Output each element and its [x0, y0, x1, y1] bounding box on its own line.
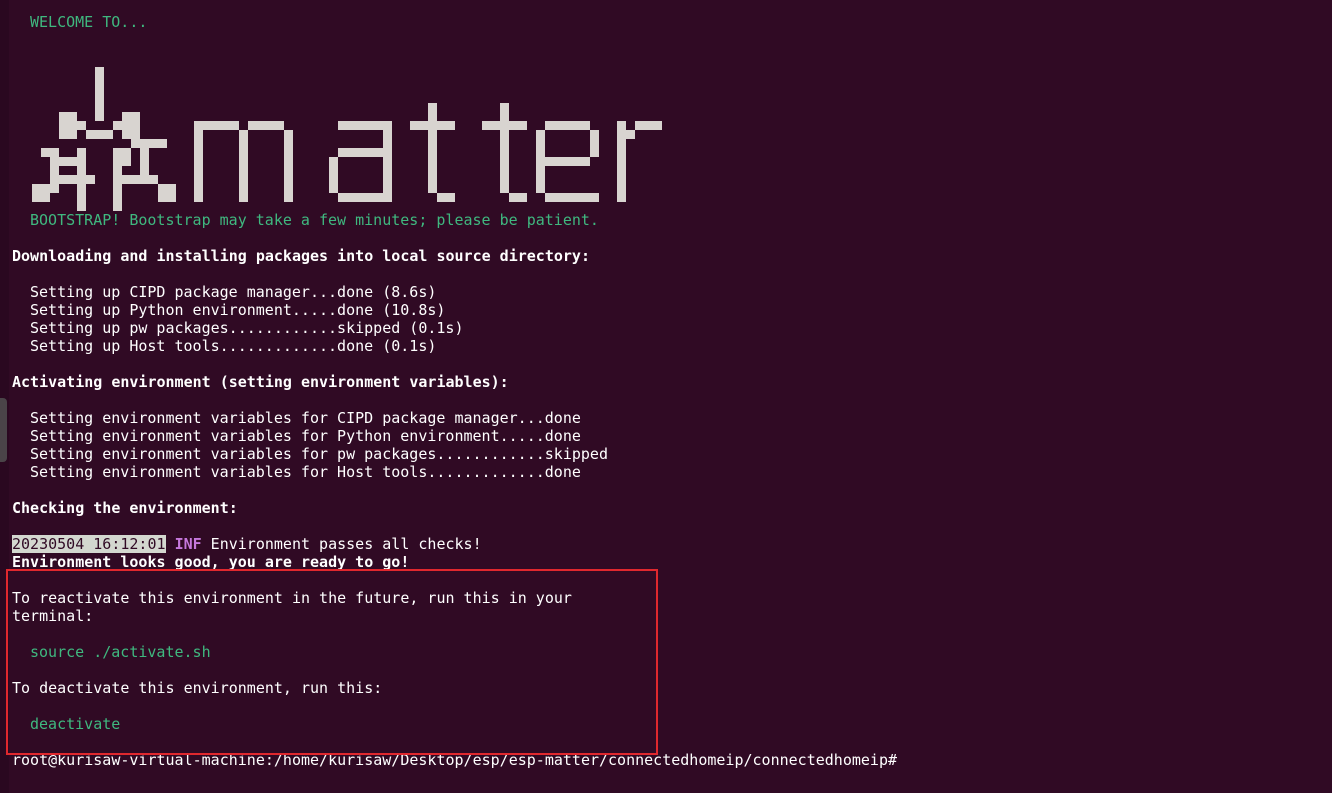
- download-heading: Downloading and installing packages into…: [12, 247, 590, 265]
- welcome-text: WELCOME TO...: [30, 13, 148, 31]
- matter-logo-art: [32, 67, 662, 211]
- setup-line: Setting up Python environment.....done (…: [30, 301, 446, 319]
- matter-logo: [12, 31, 1332, 211]
- env-line: Setting environment variables for CIPD p…: [30, 409, 581, 427]
- env-line: Setting environment variables for Host t…: [30, 463, 581, 481]
- env-line: Setting environment variables for Python…: [30, 427, 581, 445]
- highlight-box: [6, 569, 658, 755]
- matter-wordmark: [194, 103, 662, 202]
- setup-line: Setting up CIPD package manager...done (…: [30, 283, 437, 301]
- log-timestamp: 20230504 16:12:01: [12, 535, 166, 553]
- check-log-line: 20230504 16:12:01 INF Environment passes…: [12, 535, 1332, 553]
- bootstrap-message: BOOTSTRAP! Bootstrap may take a few minu…: [30, 211, 599, 229]
- check-heading: Checking the environment:: [12, 499, 238, 517]
- side-scroll-handle[interactable]: [0, 398, 7, 462]
- setup-line: Setting up Host tools.............done (…: [30, 337, 437, 355]
- env-line: Setting environment variables for pw pac…: [30, 445, 608, 463]
- matter-star-mark: [32, 67, 176, 211]
- log-message: Environment passes all checks!: [201, 535, 482, 553]
- setup-line: Setting up pw packages............skippe…: [30, 319, 464, 337]
- log-level: INF: [174, 535, 202, 553]
- activate-heading: Activating environment (setting environm…: [12, 373, 509, 391]
